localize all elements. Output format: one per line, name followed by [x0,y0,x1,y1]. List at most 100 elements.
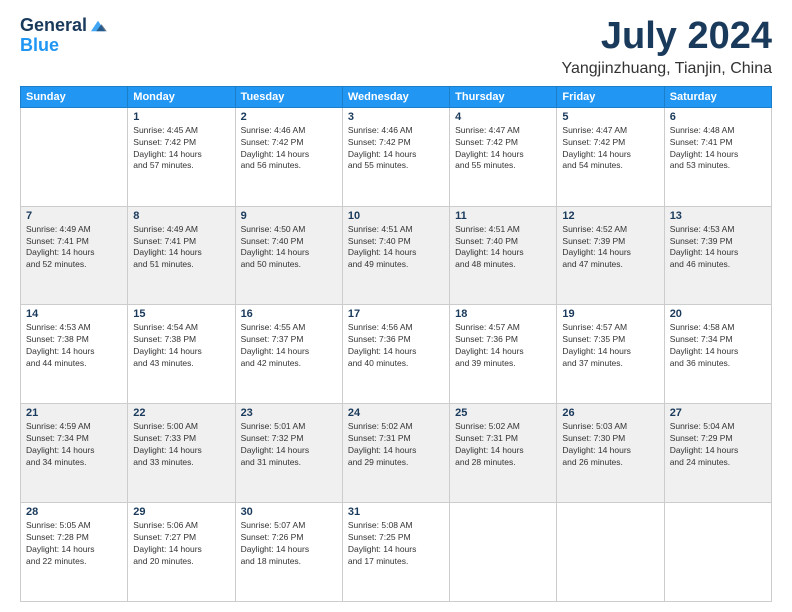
header-tuesday: Tuesday [235,86,342,107]
day-info: Sunrise: 5:08 AMSunset: 7:25 PMDaylight:… [348,520,444,568]
header-saturday: Saturday [664,86,771,107]
day-info: Sunrise: 4:45 AMSunset: 7:42 PMDaylight:… [133,125,229,173]
table-row: 18 Sunrise: 4:57 AMSunset: 7:36 PMDayligh… [450,305,557,404]
day-info: Sunrise: 4:54 AMSunset: 7:38 PMDaylight:… [133,322,229,370]
day-info: Sunrise: 4:48 AMSunset: 7:41 PMDaylight:… [670,125,766,173]
table-row: 4 Sunrise: 4:47 AMSunset: 7:42 PMDaylight… [450,107,557,206]
table-row: 12Sunrise: 4:52 AMSunset: 7:39 PMDayligh… [557,206,664,305]
day-info: Sunrise: 4:49 AMSunset: 7:41 PMDaylight:… [133,224,229,272]
header-sunday: Sunday [21,86,128,107]
table-row [557,503,664,602]
day-info: Sunrise: 5:01 AMSunset: 7:32 PMDaylight:… [241,421,337,469]
day-number: 7 [26,210,122,222]
table-row: 31 Sunrise: 5:08 AMSunset: 7:25 PMDayligh… [342,503,449,602]
day-number: 10 [348,210,444,222]
calendar-week-row: 21 Sunrise: 4:59 AMSunset: 7:34 PMDayligh… [21,404,772,503]
day-info: Sunrise: 5:04 AMSunset: 7:29 PMDaylight:… [670,421,766,469]
day-info: Sunrise: 4:47 AMSunset: 7:42 PMDaylight:… [562,125,658,173]
header: General Blue July 2024 Yangjinzhuang, Ti… [20,16,772,78]
table-row: 10 Sunrise: 4:51 AMSunset: 7:40 PMDayligh… [342,206,449,305]
day-info: Sunrise: 4:55 AMSunset: 7:37 PMDaylight:… [241,322,337,370]
calendar-week-row: 1 Sunrise: 4:45 AMSunset: 7:42 PMDaylight… [21,107,772,206]
table-row: 14Sunrise: 4:53 AMSunset: 7:38 PMDayligh… [21,305,128,404]
month-title: July 2024 [561,16,772,58]
day-info: Sunrise: 4:50 AMSunset: 7:40 PMDaylight:… [241,224,337,272]
table-row: 26Sunrise: 5:03 AMSunset: 7:30 PMDayligh… [557,404,664,503]
day-number: 23 [241,407,337,419]
day-info: Sunrise: 5:06 AMSunset: 7:27 PMDaylight:… [133,520,229,568]
day-info: Sunrise: 5:05 AMSunset: 7:28 PMDaylight:… [26,520,122,568]
table-row: 25 Sunrise: 5:02 AMSunset: 7:31 PMDayligh… [450,404,557,503]
day-number: 31 [348,506,444,518]
day-number: 21 [26,407,122,419]
day-number: 19 [562,308,658,320]
day-number: 27 [670,407,766,419]
header-friday: Friday [557,86,664,107]
title-block: July 2024 Yangjinzhuang, Tianjin, China [561,16,772,78]
table-row: 2 Sunrise: 4:46 AMSunset: 7:42 PMDaylight… [235,107,342,206]
day-number: 30 [241,506,337,518]
page: General Blue July 2024 Yangjinzhuang, Ti… [0,0,792,612]
day-number: 22 [133,407,229,419]
day-number: 17 [348,308,444,320]
table-row: 11Sunrise: 4:51 AMSunset: 7:40 PMDayligh… [450,206,557,305]
day-number: 9 [241,210,337,222]
day-info: Sunrise: 5:02 AMSunset: 7:31 PMDaylight:… [455,421,551,469]
table-row: 13 Sunrise: 4:53 AMSunset: 7:39 PMDayligh… [664,206,771,305]
day-info: Sunrise: 4:51 AMSunset: 7:40 PMDaylight:… [348,224,444,272]
day-number: 1 [133,111,229,123]
day-number: 13 [670,210,766,222]
day-number: 28 [26,506,122,518]
day-info: Sunrise: 5:03 AMSunset: 7:30 PMDaylight:… [562,421,658,469]
day-number: 20 [670,308,766,320]
header-wednesday: Wednesday [342,86,449,107]
day-info: Sunrise: 4:46 AMSunset: 7:42 PMDaylight:… [241,125,337,173]
table-row: 23 Sunrise: 5:01 AMSunset: 7:32 PMDayligh… [235,404,342,503]
day-number: 18 [455,308,551,320]
logo: General Blue [20,16,107,56]
day-info: Sunrise: 4:53 AMSunset: 7:39 PMDaylight:… [670,224,766,272]
logo-icon [89,19,107,33]
day-info: Sunrise: 5:00 AMSunset: 7:33 PMDaylight:… [133,421,229,469]
day-info: Sunrise: 4:49 AMSunset: 7:41 PMDaylight:… [26,224,122,272]
day-number: 3 [348,111,444,123]
calendar-week-row: 7 Sunrise: 4:49 AMSunset: 7:41 PMDaylight… [21,206,772,305]
day-number: 16 [241,308,337,320]
day-info: Sunrise: 4:46 AMSunset: 7:42 PMDaylight:… [348,125,444,173]
day-number: 5 [562,111,658,123]
location-title: Yangjinzhuang, Tianjin, China [561,60,772,78]
table-row: 20 Sunrise: 4:58 AMSunset: 7:34 PMDayligh… [664,305,771,404]
day-number: 4 [455,111,551,123]
day-info: Sunrise: 4:53 AMSunset: 7:38 PMDaylight:… [26,322,122,370]
day-info: Sunrise: 4:59 AMSunset: 7:34 PMDaylight:… [26,421,122,469]
day-info: Sunrise: 4:58 AMSunset: 7:34 PMDaylight:… [670,322,766,370]
day-info: Sunrise: 5:07 AMSunset: 7:26 PMDaylight:… [241,520,337,568]
table-row: 3 Sunrise: 4:46 AMSunset: 7:42 PMDaylight… [342,107,449,206]
table-row: 30 Sunrise: 5:07 AMSunset: 7:26 PMDayligh… [235,503,342,602]
table-row [21,107,128,206]
table-row: 27 Sunrise: 5:04 AMSunset: 7:29 PMDayligh… [664,404,771,503]
table-row: 24 Sunrise: 5:02 AMSunset: 7:31 PMDayligh… [342,404,449,503]
table-row: 28 Sunrise: 5:05 AMSunset: 7:28 PMDayligh… [21,503,128,602]
day-number: 25 [455,407,551,419]
table-row: 8Sunrise: 4:49 AMSunset: 7:41 PMDaylight… [128,206,235,305]
day-info: Sunrise: 4:57 AMSunset: 7:35 PMDaylight:… [562,322,658,370]
table-row: 7 Sunrise: 4:49 AMSunset: 7:41 PMDaylight… [21,206,128,305]
table-row: 16 Sunrise: 4:55 AMSunset: 7:37 PMDayligh… [235,305,342,404]
day-info: Sunrise: 5:02 AMSunset: 7:31 PMDaylight:… [348,421,444,469]
table-row [664,503,771,602]
table-row: 22 Sunrise: 5:00 AMSunset: 7:33 PMDayligh… [128,404,235,503]
calendar-week-row: 14Sunrise: 4:53 AMSunset: 7:38 PMDayligh… [21,305,772,404]
day-number: 2 [241,111,337,123]
table-row: 1 Sunrise: 4:45 AMSunset: 7:42 PMDaylight… [128,107,235,206]
day-number: 24 [348,407,444,419]
logo-general: General [20,16,87,36]
calendar-header-row: Sunday Monday Tuesday Wednesday Thursday… [21,86,772,107]
day-info: Sunrise: 4:51 AMSunset: 7:40 PMDaylight:… [455,224,551,272]
table-row: 29Sunrise: 5:06 AMSunset: 7:27 PMDayligh… [128,503,235,602]
calendar-week-row: 28 Sunrise: 5:05 AMSunset: 7:28 PMDayligh… [21,503,772,602]
day-number: 12 [562,210,658,222]
day-info: Sunrise: 4:57 AMSunset: 7:36 PMDaylight:… [455,322,551,370]
table-row: 9 Sunrise: 4:50 AMSunset: 7:40 PMDaylight… [235,206,342,305]
day-info: Sunrise: 4:47 AMSunset: 7:42 PMDaylight:… [455,125,551,173]
